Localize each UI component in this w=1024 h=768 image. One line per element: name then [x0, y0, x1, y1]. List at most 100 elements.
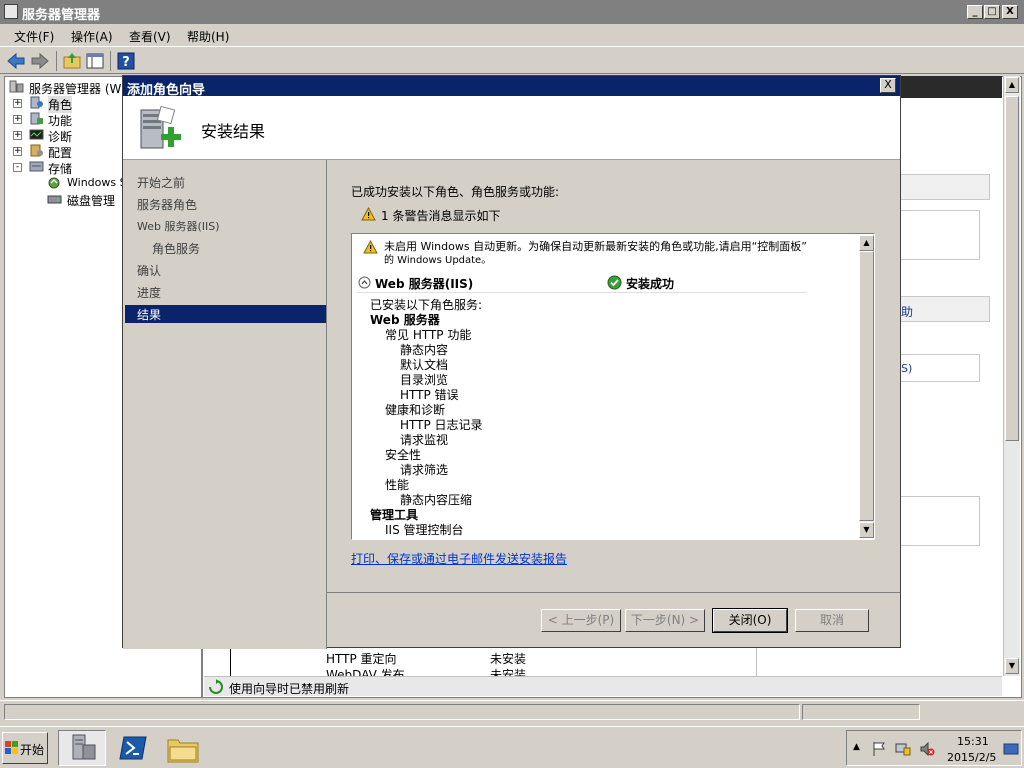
forward-arrow-icon[interactable] — [30, 51, 50, 71]
expand-diagnostics-toggle[interactable]: + — [13, 131, 22, 140]
list-item: IIS 管理控制台 — [385, 523, 464, 537]
auto-update-warning-line2: 的 Windows Update。 — [384, 255, 492, 266]
menu-file[interactable]: 文件(F) — [14, 28, 54, 45]
main-vertical-scrollbar[interactable]: ▲ ▼ — [1003, 76, 1020, 676]
nav-web-server-iis[interactable]: Web 服务器(IIS) — [137, 218, 220, 234]
collapse-storage-toggle[interactable]: - — [13, 163, 22, 172]
role-install-status: 安装成功 — [626, 277, 675, 291]
taskbar-server-manager[interactable] — [58, 730, 106, 766]
wizard-navigation: 开始之前 服务器角色 Web 服务器(IIS) 角色服务 确认 进度 结果 — [123, 160, 326, 649]
results-scrollbar[interactable]: ▲ ▼ — [859, 235, 874, 538]
refresh-disabled-notice: 使用向导时已禁用刷新 — [204, 676, 1002, 696]
minimize-button[interactable]: _ — [967, 5, 983, 19]
refresh-icon — [209, 679, 223, 694]
roles-icon — [30, 96, 43, 109]
dialog-close-button[interactable]: X — [880, 78, 896, 93]
show-desktop-icon[interactable] — [1003, 743, 1019, 755]
wizard-content: 已成功安装以下角色、角色服务或功能: 1 条警告消息显示如下 未启用 Windo… — [326, 160, 900, 592]
wizard-footer: < 上一步(P) 下一步(N) > 关闭(O) 取消 — [326, 592, 900, 649]
right-pane-header-bar — [900, 76, 1002, 98]
svg-text:?: ? — [122, 55, 130, 70]
up-folder-icon[interactable] — [62, 51, 82, 71]
taskbar-explorer[interactable] — [160, 730, 208, 766]
results-list: 未启用 Windows 自动更新。为确保自动更新最新安装的角色或功能,请启用“控… — [353, 235, 858, 538]
show-hide-console-tree-icon[interactable] — [85, 51, 105, 71]
server-manager-app-icon — [4, 4, 18, 19]
window-title-bar: 服务器管理器 _ □ X — [0, 0, 1024, 24]
right-pane-box-2: S) — [900, 354, 980, 382]
results-scroll-up-icon[interactable]: ▲ — [859, 235, 874, 251]
server-manager-icon — [9, 80, 24, 93]
table-row-name: WebDAV 发布 — [326, 668, 405, 676]
menu-help[interactable]: 帮助(H) — [187, 28, 229, 45]
backup-icon — [48, 177, 60, 189]
nav-before-you-begin[interactable]: 开始之前 — [137, 174, 185, 191]
nav-results[interactable]: 结果 — [137, 306, 161, 323]
nav-role-services[interactable]: 角色服务 — [152, 240, 200, 257]
warning-icon — [363, 240, 378, 254]
dialog-header-title: 安装结果 — [201, 122, 266, 141]
expand-roles-toggle[interactable]: + — [13, 99, 22, 108]
right-pane-lower — [756, 648, 1002, 676]
right-pane-box-3 — [900, 496, 980, 546]
help-icon[interactable]: ? — [116, 51, 136, 71]
collapse-chevron-icon[interactable] — [358, 276, 371, 289]
configuration-icon — [30, 144, 43, 157]
scroll-up-arrow-icon[interactable]: ▲ — [1005, 77, 1019, 93]
toolbar: ? — [0, 46, 1024, 74]
success-check-icon — [607, 275, 622, 290]
server-manager-taskbar-icon — [72, 734, 96, 760]
nav-progress[interactable]: 进度 — [137, 284, 161, 301]
taskbar: 开始 ▲ 15:31 2015/2/5 — [0, 726, 1024, 768]
system-tray: ▲ 15:31 2015/2/5 — [846, 730, 1022, 766]
volume-muted-icon[interactable] — [919, 741, 935, 757]
close-window-button[interactable]: X — [1002, 5, 1018, 19]
table-row-status: 未安装 — [490, 652, 527, 666]
dialog-title-bar: 添加角色向导 X — [123, 76, 900, 98]
add-roles-wizard-dialog: 添加角色向导 X 安装结果 开始之前 服务器角色 Web 服务器(IIS) 角色… — [122, 75, 901, 649]
table-row-status: 未安装 — [490, 668, 527, 676]
action-center-flag-icon[interactable] — [871, 741, 887, 757]
next-button[interactable]: 下一步(N) > — [625, 609, 705, 632]
table-row-name: HTTP 重定向 — [326, 652, 397, 666]
disk-management-icon — [47, 195, 62, 204]
menu-view[interactable]: 查看(V) — [129, 28, 171, 45]
menu-bar: 文件(F) 操作(A) 查看(V) 帮助(H) — [0, 24, 1024, 46]
back-arrow-icon[interactable] — [6, 51, 26, 71]
status-panel-main — [4, 704, 800, 720]
nav-confirmation[interactable]: 确认 — [137, 262, 161, 279]
clock-time[interactable]: 15:31 — [957, 735, 989, 748]
features-icon — [30, 112, 43, 125]
dialog-header: 安装结果 — [123, 96, 900, 160]
menu-action[interactable]: 操作(A) — [71, 28, 113, 45]
nav-server-roles[interactable]: 服务器角色 — [137, 196, 197, 213]
expand-features-toggle[interactable]: + — [13, 115, 22, 124]
folder-icon — [167, 739, 199, 763]
role-name: Web 服务器(IIS) — [375, 277, 474, 291]
taskbar-powershell[interactable] — [110, 730, 158, 766]
scroll-down-arrow-icon[interactable]: ▼ — [1005, 658, 1019, 674]
previous-button[interactable]: < 上一步(P) — [541, 609, 621, 632]
close-button[interactable]: 关闭(O) — [712, 608, 788, 633]
install-summary-text: 已成功安装以下角色、角色服务或功能: — [351, 185, 560, 199]
warning-count-text: 1 条警告消息显示如下 — [381, 209, 501, 223]
window-title: 服务器管理器 — [22, 8, 101, 23]
expand-configuration-toggle[interactable]: + — [13, 147, 22, 156]
status-panel-secondary — [802, 704, 920, 720]
network-icon[interactable] — [895, 741, 911, 757]
results-scroll-down-icon[interactable]: ▼ — [859, 522, 874, 538]
maximize-button[interactable]: □ — [984, 5, 1000, 19]
cancel-button[interactable]: 取消 — [795, 609, 869, 632]
right-pane-section-2: 助 — [900, 296, 990, 322]
clock-date[interactable]: 2015/2/5 — [947, 751, 996, 764]
scroll-thumb[interactable] — [1005, 96, 1019, 441]
windows-logo-icon — [5, 741, 18, 754]
start-button[interactable]: 开始 — [2, 732, 48, 764]
results-scroll-thumb[interactable] — [859, 251, 874, 521]
print-save-email-report-link[interactable]: 打印、保存或通过电子邮件发送安装报告 — [351, 550, 567, 567]
powershell-icon — [119, 736, 147, 760]
tray-expand-icon[interactable]: ▲ — [853, 742, 860, 752]
diagnostics-icon — [29, 129, 44, 140]
storage-icon — [29, 161, 44, 172]
right-pane-section — [900, 174, 990, 200]
